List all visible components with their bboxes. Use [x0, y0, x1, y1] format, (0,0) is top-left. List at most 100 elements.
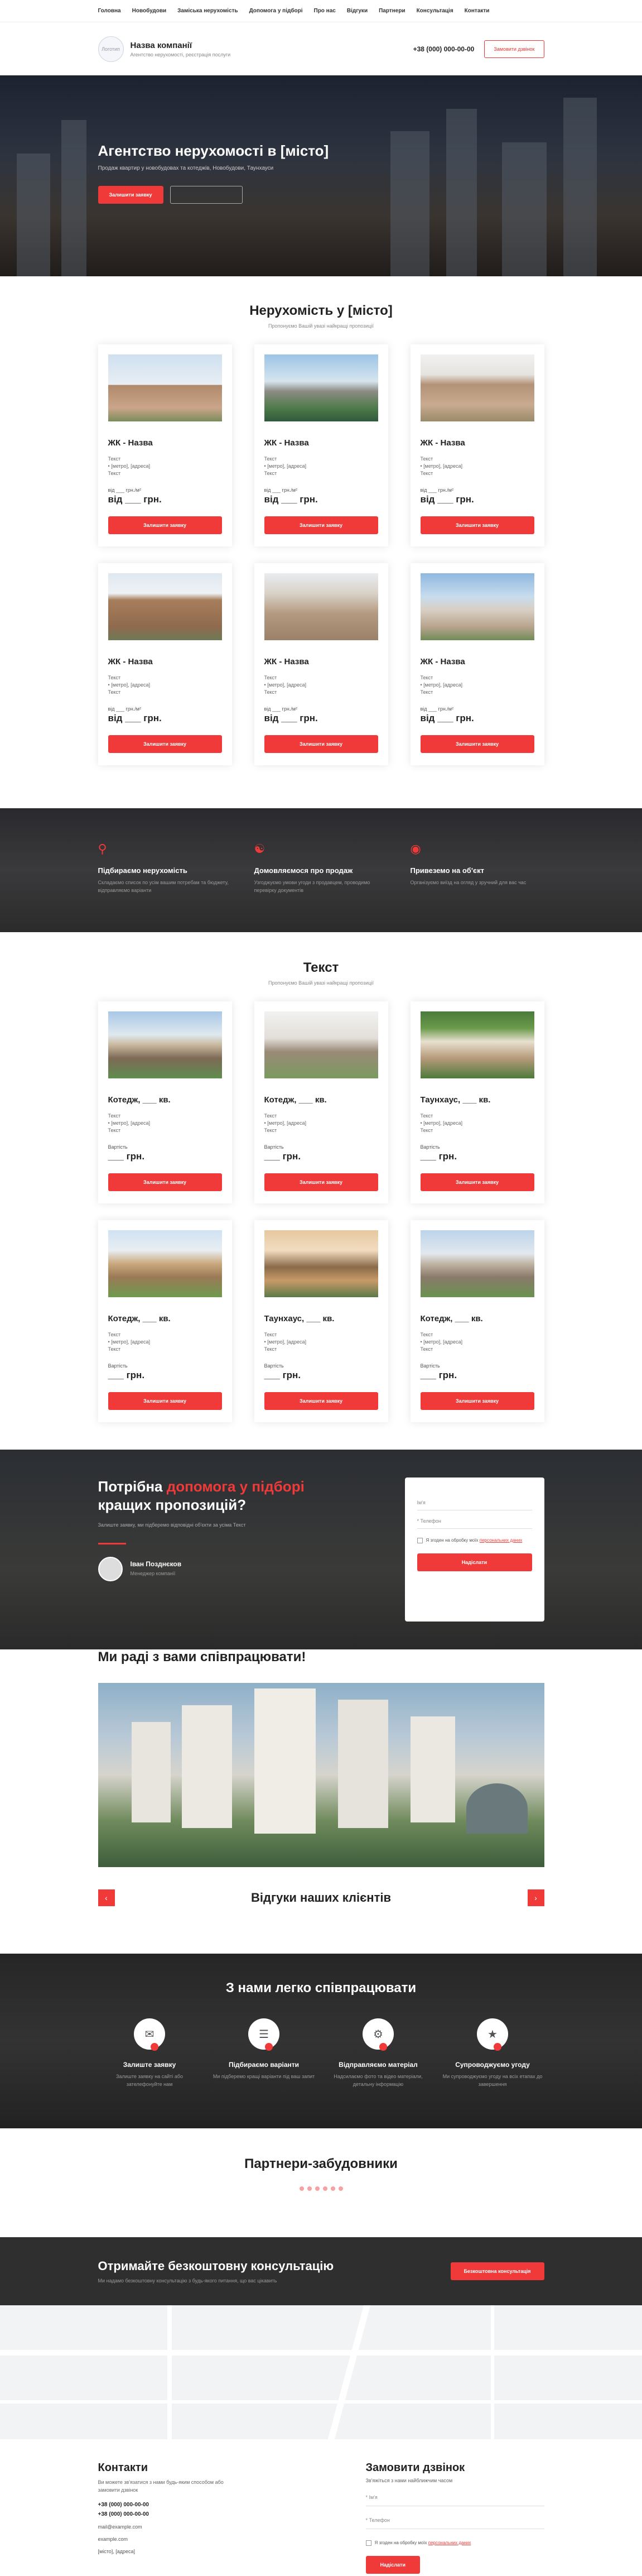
property-desc: Текст • [метро], [адреса] Текст	[420, 456, 462, 477]
phone-input[interactable]: * Телефон	[365, 2510, 544, 2529]
request-button[interactable]: Залишити заявку	[108, 516, 222, 535]
send-icon: ⚙	[363, 2018, 394, 2051]
nav-link-help[interactable]: Допомога у підборі	[249, 8, 303, 14]
carousel-dot[interactable]	[315, 2186, 320, 2191]
process-step: ⚙ Відправляємо матеріал Надсилаємо фото …	[327, 2018, 430, 2088]
houses-grid: Котедж, ___ кв. Текст • [метро], [адреса…	[0, 1001, 642, 1423]
request-button[interactable]: Залишити заявку	[420, 735, 534, 754]
company-tagline: Агентство нерухомості, реєстрація послуг…	[130, 51, 231, 57]
property-image	[108, 573, 222, 641]
process-title: З нами легко співпрацювати	[225, 1980, 417, 1995]
nav-link-contacts[interactable]: Контакти	[465, 8, 490, 14]
privacy-link[interactable]: персональних даних	[428, 2540, 471, 2545]
photo-building	[181, 1705, 232, 1828]
name-input[interactable]: * Ім'я	[365, 2487, 544, 2506]
house-card: Таунхаус, ___ кв. Текст • [метро], [адре…	[410, 1001, 544, 1204]
photo-building	[410, 1716, 455, 1822]
map-road	[167, 2305, 172, 2439]
callback-button[interactable]: Замовити дзвінок	[484, 40, 544, 58]
request-button[interactable]: Залишити заявку	[420, 1392, 534, 1411]
nav-link-about[interactable]: Про нас	[314, 8, 336, 14]
house-desc: Текст • [метро], [адреса] Текст	[108, 1332, 150, 1352]
request-button[interactable]: Залишити заявку	[420, 516, 534, 535]
map-road	[0, 2400, 642, 2404]
carousel-dot[interactable]	[299, 2186, 304, 2191]
feature-title: Домовляємося про продаж	[254, 866, 353, 875]
brand[interactable]: Логотип Назва компанії Агентство нерухом…	[98, 36, 231, 62]
submit-button[interactable]: Надіслати	[365, 2556, 420, 2574]
nav-link-partners[interactable]: Партнери	[379, 8, 405, 14]
checkbox[interactable]	[417, 1538, 423, 1543]
nav-link-newbuilds[interactable]: Новобудови	[132, 8, 167, 14]
consult-title: Отримайте безкоштовну консультацію	[98, 2259, 334, 2273]
property-desc: Текст • [метро], [адреса] Текст	[420, 675, 462, 695]
house-price: ___ грн.	[108, 1151, 145, 1162]
hero-request-button[interactable]: Залишити заявку	[98, 186, 163, 204]
carousel-dot[interactable]	[322, 2186, 327, 2191]
house-desc: Текст • [метро], [адреса] Текст	[420, 1113, 462, 1134]
feature: ⚲ Підбираємо нерухомість Складаємо списо…	[98, 842, 232, 894]
reviews-section: ‹ Відгуки наших клієнтів ›	[0, 1867, 642, 1954]
house-price: ___ грн.	[264, 1370, 301, 1381]
process-section: З нами легко співпрацювати ✉ Залиште зая…	[0, 1954, 642, 2128]
consent-checkbox[interactable]: Я згоден на обробку моїх персональних да…	[365, 2540, 544, 2546]
divider	[98, 1542, 126, 1544]
manager: Іван Позднєков Менеджер компанії	[98, 1556, 332, 1581]
prev-arrow-icon[interactable]: ‹	[98, 1889, 115, 1906]
feature-title: Підбираємо нерухомість	[98, 866, 187, 875]
carousel-dot[interactable]	[338, 2186, 343, 2191]
process-step: ★ Супроводжуємо угоду Ми супроводжуємо у…	[441, 2018, 544, 2088]
consult-button[interactable]: Безкоштовна консультація	[450, 2262, 544, 2280]
nav-link-reviews[interactable]: Відгуки	[347, 8, 368, 14]
request-button[interactable]: Залишити заявку	[264, 1173, 378, 1192]
feature-text: Організуємо виїзд на огляд у зручний для…	[410, 880, 527, 885]
hero-secondary-button[interactable]	[170, 186, 243, 204]
name-field[interactable]: Ім'я	[417, 1492, 532, 1510]
feature-text: Узгоджуємо умови угоди з продавцем, пров…	[254, 880, 370, 893]
consent-checkbox[interactable]: Я згоден на обробку моїх персональних да…	[417, 1538, 532, 1543]
nav-link-consult[interactable]: Консультація	[417, 8, 453, 14]
carousel-dot[interactable]	[330, 2186, 335, 2191]
house-card: Котедж, ___ кв. Текст • [метро], [адреса…	[98, 1220, 232, 1423]
request-button[interactable]: Залишити заявку	[264, 516, 378, 535]
house-price-label: Вартість	[108, 1144, 128, 1150]
property-desc: Текст • [метро], [адреса] Текст	[108, 675, 150, 695]
step-title: Відправляємо матеріал	[339, 2061, 418, 2069]
next-arrow-icon[interactable]: ›	[527, 1889, 544, 1906]
contacts-text: Ви можете зв'язатися з нами будь-яким сп…	[98, 2479, 224, 2493]
location-pin-icon: ◉	[410, 842, 421, 856]
request-button[interactable]: Залишити заявку	[264, 735, 378, 754]
contact-email[interactable]: mail@example.com	[98, 2524, 232, 2530]
developers-section: Партнери-забудовники	[0, 2128, 642, 2237]
submit-button[interactable]: Надіслати	[417, 1553, 532, 1571]
features-band: ⚲ Підбираємо нерухомість Складаємо списо…	[0, 808, 642, 932]
map-road	[0, 2350, 642, 2356]
phone-field[interactable]: * Телефон	[417, 1510, 532, 1529]
contact-phone[interactable]: +38 (000) 000-00-00	[98, 2502, 232, 2508]
checkbox[interactable]	[365, 2540, 371, 2546]
nav-link-suburban[interactable]: Заміська нерухомість	[177, 8, 238, 14]
request-button[interactable]: Залишити заявку	[420, 1173, 534, 1192]
property-name: ЖК - Назва	[264, 438, 309, 448]
contact-site[interactable]: example.com	[98, 2536, 232, 2542]
process-step: ☰ Підбираємо варіанти Ми підберемо кращі…	[213, 2018, 316, 2088]
developers-title: Партнери-забудовники	[244, 2156, 398, 2171]
callback-form: Замовити дзвінок Зв'яжіться з нами найбл…	[365, 2462, 544, 2574]
contact-phone[interactable]: +38 (000) 000-00-00	[98, 2511, 232, 2517]
map[interactable]	[0, 2305, 642, 2439]
help-intro: Залиште заявку, ми підберемо відповідні …	[98, 1522, 246, 1528]
manager-role: Менеджер компанії	[130, 1570, 176, 1576]
request-button[interactable]: Залишити заявку	[108, 1173, 222, 1192]
photo-dome	[466, 1783, 528, 1834]
hero-title: Агентство нерухомості в [місто]	[98, 142, 329, 159]
photo-building	[337, 1700, 388, 1828]
top-nav: Головна Новобудови Заміська нерухомість …	[0, 0, 642, 22]
request-button[interactable]: Залишити заявку	[108, 735, 222, 754]
house-name: Котедж, ___ кв.	[420, 1314, 483, 1324]
request-button[interactable]: Залишити заявку	[264, 1392, 378, 1411]
carousel-dot[interactable]	[307, 2186, 312, 2191]
request-button[interactable]: Залишити заявку	[108, 1392, 222, 1411]
privacy-link[interactable]: персональних даних	[480, 1538, 523, 1543]
nav-link-home[interactable]: Головна	[98, 8, 121, 14]
header-phone[interactable]: +38 (000) 000-00-00	[413, 45, 475, 53]
